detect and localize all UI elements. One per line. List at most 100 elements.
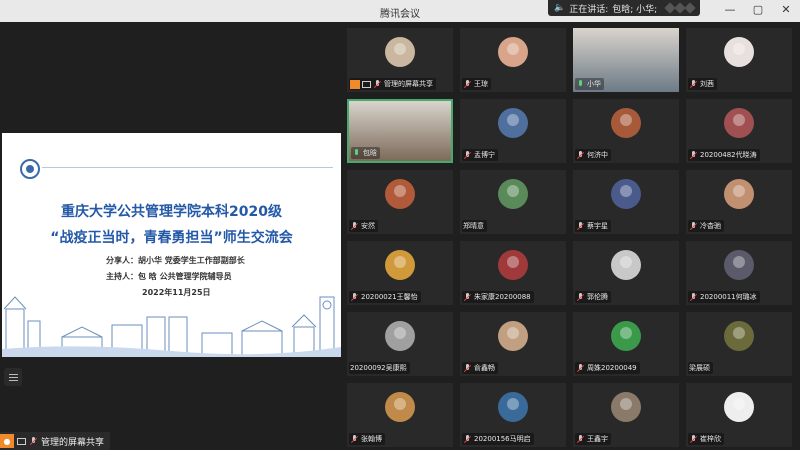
mic-muted-icon	[463, 363, 472, 373]
speaking-names: 包晗; 小华;	[612, 4, 658, 15]
participant-avatar	[724, 250, 754, 280]
participant-nameplate: 梁展硕	[688, 362, 713, 374]
participant-nameplate: 崔梓欣	[688, 433, 724, 445]
participant-nameplate: 蔡宇星	[575, 220, 611, 232]
mic-on-icon	[352, 148, 361, 158]
participant-tile[interactable]: 管理的屏幕共享	[347, 28, 453, 92]
screen-icon	[17, 437, 26, 445]
participant-tile[interactable]: 20200011何璐冰	[686, 241, 792, 305]
maximize-button[interactable]: ▢	[752, 3, 764, 16]
speaking-indicator: 🔈 正在讲话: 包晗; 小华;	[548, 0, 700, 16]
participant-avatar	[611, 392, 641, 422]
shared-slide: 重庆大学公共管理学院本科2020级 “战疫正当时，青春勇担当”师生交流会 分享人…	[2, 133, 341, 357]
close-button[interactable]: ✕	[780, 3, 792, 16]
participant-tile[interactable]: 小华	[573, 28, 679, 92]
participant-avatar	[724, 179, 754, 209]
mic-muted-icon	[350, 221, 359, 231]
participant-nameplate: 朱家康20200088	[462, 291, 534, 303]
participant-name: 孟博宁	[474, 151, 495, 159]
participant-tile[interactable]: 郭伦腾	[573, 241, 679, 305]
participant-nameplate: 冷杳驰	[688, 220, 724, 232]
slide-title-line2: “战疫正当时，青春勇担当”师生交流会	[50, 230, 293, 246]
participant-nameplate: 20200156马明启	[462, 433, 534, 445]
mic-muted-icon	[576, 292, 585, 302]
participant-name: 朱家康20200088	[474, 293, 531, 301]
participant-tile[interactable]: 王鑫宇	[573, 383, 679, 447]
participant-name: 王琼	[474, 80, 488, 88]
participant-nameplate: 周姝20200049	[575, 362, 640, 374]
participant-tile[interactable]: 梁展硕	[686, 312, 792, 376]
participant-tile[interactable]: 20200482代晓涛	[686, 99, 792, 163]
participant-avatar	[724, 37, 754, 67]
minimize-button[interactable]: —	[724, 3, 736, 16]
participant-avatar	[385, 37, 415, 67]
participant-avatar	[498, 250, 528, 280]
participant-nameplate: 包晗	[351, 147, 380, 159]
participant-nameplate: 20200482代晓涛	[688, 149, 760, 161]
participant-name: 冷杳驰	[700, 222, 721, 230]
participant-avatar	[724, 392, 754, 422]
mic-muted-icon	[689, 79, 698, 89]
participant-gallery: 管理的屏幕共享 王琼 小华 刘茜包晗 孟博宁 何济中 20200482代晓涛安然 郑晴意 蔡宇星…	[347, 28, 799, 447]
participant-avatar	[498, 392, 528, 422]
participant-nameplate: 俞鑫畅	[462, 362, 498, 374]
participant-avatar	[498, 37, 528, 67]
participant-nameplate: 安然	[349, 220, 378, 232]
participant-tile[interactable]: 崔梓欣	[686, 383, 792, 447]
participant-name: 郑晴意	[463, 222, 484, 230]
mic-muted-icon	[689, 150, 698, 160]
mic-muted-icon	[576, 363, 585, 373]
mic-muted-icon	[463, 150, 472, 160]
speaking-dots	[664, 2, 696, 14]
university-logo-icon	[20, 159, 40, 179]
speaker-icon: 🔈	[554, 3, 566, 13]
participant-name: 包晗	[363, 149, 377, 157]
participant-tile[interactable]: 蔡宇星	[573, 170, 679, 234]
participant-tile[interactable]: 冷杳驰	[686, 170, 792, 234]
slide-header-rule	[42, 167, 333, 168]
participant-name: 梁展硕	[689, 364, 710, 372]
participant-tile[interactable]: 周姝20200049	[573, 312, 679, 376]
screen-icon	[362, 80, 371, 88]
participant-nameplate: 郑晴意	[462, 220, 487, 232]
share-source-label: ● 管理的屏幕共享	[0, 432, 111, 450]
participant-name: 20200092吴康熙	[350, 364, 407, 372]
screen-share-icon	[350, 79, 360, 89]
participant-name: 小华	[587, 80, 601, 88]
participant-nameplate: 20200092吴康熙	[349, 362, 410, 374]
participant-nameplate: 郭伦腾	[575, 291, 611, 303]
participant-name: 崔梓欣	[700, 435, 721, 443]
participant-nameplate: 刘茜	[688, 78, 717, 90]
title-bar: 腾讯会议 🔈 正在讲话: 包晗; 小华; — ▢ ✕	[0, 0, 800, 22]
participant-tile[interactable]: 朱家康20200088	[460, 241, 566, 305]
participant-tile[interactable]: 20200021王馨怡	[347, 241, 453, 305]
participant-name: 20200482代晓涛	[700, 151, 757, 159]
participant-tile[interactable]: 刘茜	[686, 28, 792, 92]
mic-muted-icon	[689, 292, 698, 302]
participant-tile[interactable]: 王琼	[460, 28, 566, 92]
participant-tile[interactable]: 包晗	[347, 99, 453, 163]
share-badge-icon: ●	[0, 434, 14, 448]
mic-muted-icon	[463, 434, 472, 444]
participant-tile[interactable]: 俞鑫畅	[460, 312, 566, 376]
mic-muted-icon	[29, 436, 38, 446]
participant-tile[interactable]: 何济中	[573, 99, 679, 163]
participant-avatar	[724, 321, 754, 351]
participant-avatar	[498, 321, 528, 351]
participant-avatar	[385, 179, 415, 209]
slide-sharer: 分享人：胡小华 党委学生工作部副部长	[106, 256, 245, 265]
participant-name: 20200021王馨怡	[361, 293, 418, 301]
participant-name: 郭伦腾	[587, 293, 608, 301]
mic-muted-icon	[576, 434, 585, 444]
participant-tile[interactable]: 安然	[347, 170, 453, 234]
participant-tile[interactable]: 张翰博	[347, 383, 453, 447]
participant-name: 刘茜	[700, 80, 714, 88]
participant-name: 张翰博	[361, 435, 382, 443]
participant-tile[interactable]: 郑晴意	[460, 170, 566, 234]
participant-tile[interactable]: 孟博宁	[460, 99, 566, 163]
participant-avatar	[498, 108, 528, 138]
list-menu-icon[interactable]	[4, 368, 22, 386]
participant-tile[interactable]: 20200092吴康熙	[347, 312, 453, 376]
participant-tile[interactable]: 20200156马明启	[460, 383, 566, 447]
participant-avatar	[385, 321, 415, 351]
